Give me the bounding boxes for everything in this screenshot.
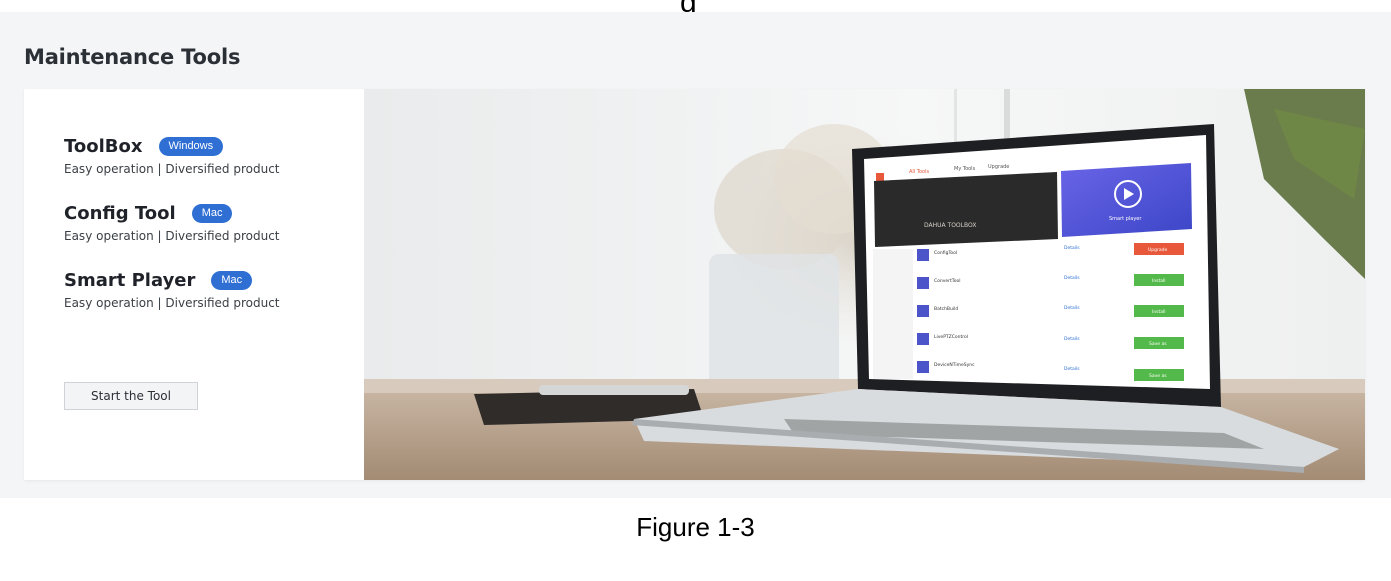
tool-description: Easy operation | Diversified product bbox=[64, 162, 280, 176]
window-tab: All Tools bbox=[909, 169, 930, 175]
app-row-name: DeviceNTimeSync bbox=[934, 362, 975, 368]
tool-smart-player[interactable]: Smart Player Mac Easy operation | Divers… bbox=[64, 269, 364, 311]
app-row-action: Install bbox=[1152, 278, 1166, 284]
app-row-action: Install bbox=[1152, 309, 1166, 315]
tool-list: ToolBox Windows Easy operation | Diversi… bbox=[64, 135, 364, 336]
hero-side-label: Smart player bbox=[1109, 216, 1142, 222]
app-row-name: LivePTZControl bbox=[934, 334, 968, 340]
tool-config-tool[interactable]: Config Tool Mac Easy operation | Diversi… bbox=[64, 202, 364, 244]
tool-name: ToolBox bbox=[64, 135, 143, 157]
app-row-name: ConvertTool bbox=[934, 278, 961, 284]
app-row-name: ConfigTool bbox=[934, 250, 957, 256]
hero-brand: DAHUA TOOLBOX bbox=[924, 222, 976, 229]
tool-description: Easy operation | Diversified product bbox=[64, 229, 280, 243]
tool-description: Easy operation | Diversified product bbox=[64, 296, 280, 310]
platform-badge: Windows bbox=[158, 136, 224, 156]
laptop-banner-image: All Tools My Tools Upgrade DAHUA TOOLBOX… bbox=[364, 89, 1365, 480]
app-row-details: Details bbox=[1064, 245, 1080, 251]
app-row-details: Details bbox=[1064, 336, 1080, 342]
platform-badge: Mac bbox=[211, 270, 253, 290]
app-row-details: Details bbox=[1064, 305, 1080, 311]
window-tab: My Tools bbox=[954, 166, 976, 172]
tool-name: Smart Player bbox=[64, 269, 196, 291]
tool-toolbox[interactable]: ToolBox Windows Easy operation | Diversi… bbox=[64, 135, 364, 177]
start-tool-button[interactable]: Start the Tool bbox=[64, 382, 198, 410]
maintenance-tools-screen: Maintenance Tools ToolBox Windows Easy o… bbox=[0, 12, 1391, 498]
app-row-action: Save as bbox=[1149, 341, 1167, 347]
app-row-action: Upgrade bbox=[1148, 247, 1167, 253]
laptop-photo: All Tools My Tools Upgrade DAHUA TOOLBOX… bbox=[364, 89, 1365, 480]
figure-caption: Figure 1-3 bbox=[636, 512, 755, 542]
app-row-details: Details bbox=[1064, 275, 1080, 281]
app-row-action: Save as bbox=[1149, 373, 1167, 379]
tool-name: Config Tool bbox=[64, 202, 176, 224]
app-row-details: Details bbox=[1064, 366, 1080, 372]
section-title: Maintenance Tools bbox=[24, 45, 241, 69]
app-row-name: BatchBuild bbox=[934, 306, 958, 312]
platform-badge: Mac bbox=[191, 203, 233, 223]
tools-card: ToolBox Windows Easy operation | Diversi… bbox=[24, 89, 1365, 480]
window-tab: Upgrade bbox=[988, 164, 1009, 170]
